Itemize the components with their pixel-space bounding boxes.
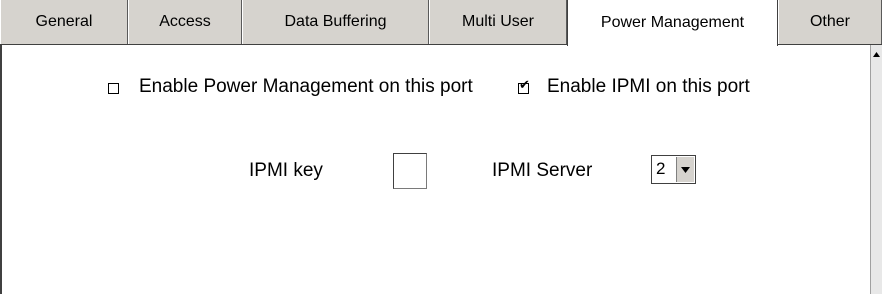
enable-ipmi-label: Enable IPMI on this port xyxy=(547,76,750,97)
ipmi-server-label: IPMI Server xyxy=(492,160,593,181)
tab-other[interactable]: Other xyxy=(778,0,882,44)
tab-access[interactable]: Access xyxy=(128,0,242,44)
enable-ipmi-checkbox[interactable]: ✔ xyxy=(518,78,530,94)
scroll-up-button[interactable] xyxy=(871,52,882,64)
enable-power-management-label: Enable Power Management on this port xyxy=(139,76,473,97)
vertical-scrollbar[interactable] xyxy=(870,45,882,294)
tab-general[interactable]: General xyxy=(0,0,128,44)
ipmi-key-label: IPMI key xyxy=(249,160,323,181)
dropdown-button[interactable] xyxy=(676,157,694,182)
ipmi-server-select[interactable]: 2 xyxy=(651,155,696,184)
tab-bar: General Access Data Buffering Multi User… xyxy=(0,0,882,46)
ipmi-server-value: 2 xyxy=(656,159,666,178)
power-management-panel: Enable Power Management on this port ✔ E… xyxy=(0,45,870,294)
tab-multi-user[interactable]: Multi User xyxy=(429,0,567,44)
checkmark-icon: ✔ xyxy=(519,78,530,93)
ipmi-key-input[interactable] xyxy=(393,153,427,189)
tab-data-buffering[interactable]: Data Buffering xyxy=(242,0,429,44)
tab-power-management[interactable]: Power Management xyxy=(567,0,778,46)
arrow-up-icon xyxy=(873,52,880,57)
chevron-down-icon xyxy=(681,166,690,173)
enable-power-management-checkbox[interactable] xyxy=(108,83,119,94)
